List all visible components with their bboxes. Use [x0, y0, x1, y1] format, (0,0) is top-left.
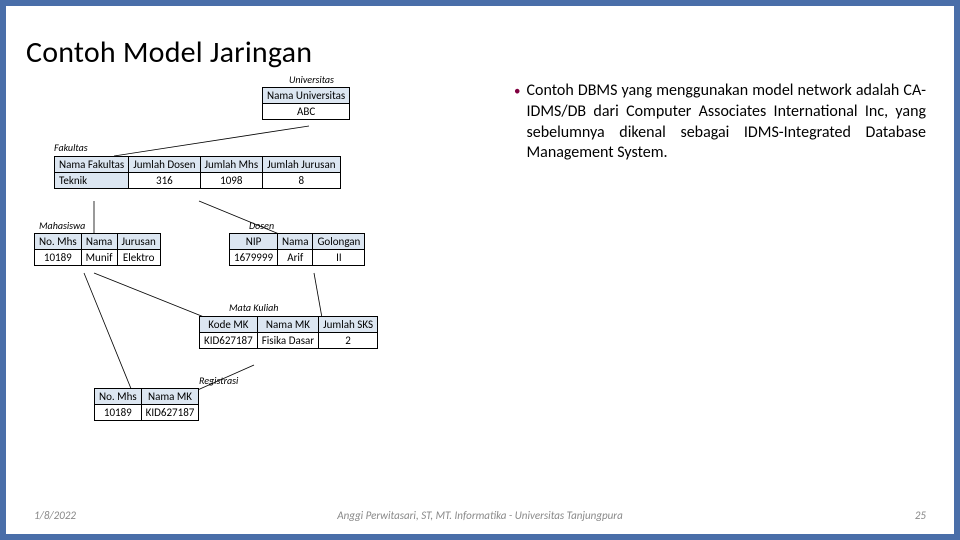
slide-title: Contoh Model Jaringan — [26, 34, 926, 71]
label-universitas: Universitas — [289, 73, 334, 86]
table-matakuliah: Kode MK Nama MK Jumlah SKS KID627187 Fis… — [199, 316, 378, 349]
body-text: Contoh DBMS yang menggunakan model netwo… — [526, 81, 926, 164]
table-dosen: NIP Nama Golongan 1679999 Arif II — [229, 233, 365, 266]
label-dosen: Dosen — [249, 219, 274, 232]
table-mahasiswa: No. Mhs Nama Jurusan 10189 Munif Elektro — [34, 233, 161, 266]
table-universitas: Nama Universitas ABC — [262, 87, 350, 120]
label-registrasi: Registrasi — [199, 374, 238, 387]
body-bullet: • Contoh DBMS yang menggunakan model net… — [514, 81, 926, 164]
table-registrasi: No. Mhs Nama MK 10189 KID627187 — [94, 388, 199, 421]
label-mahasiswa: Mahasiswa — [39, 219, 85, 232]
label-matakuliah: Mata Kuliah — [229, 301, 278, 314]
footer-author: Anggi Perwitasari, ST, MT. Informatika -… — [6, 509, 954, 522]
bullet-dot-icon: • — [514, 84, 520, 167]
table-fakultas: Nama Fakultas Jumlah Dosen Jumlah Mhs Ju… — [54, 156, 341, 189]
network-model-diagram: Universitas Nama Universitas ABC Fakulta… — [34, 81, 494, 461]
slide-footer: 1/8/2022 Anggi Perwitasari, ST, MT. Info… — [6, 509, 954, 522]
label-fakultas: Fakultas — [54, 141, 88, 154]
